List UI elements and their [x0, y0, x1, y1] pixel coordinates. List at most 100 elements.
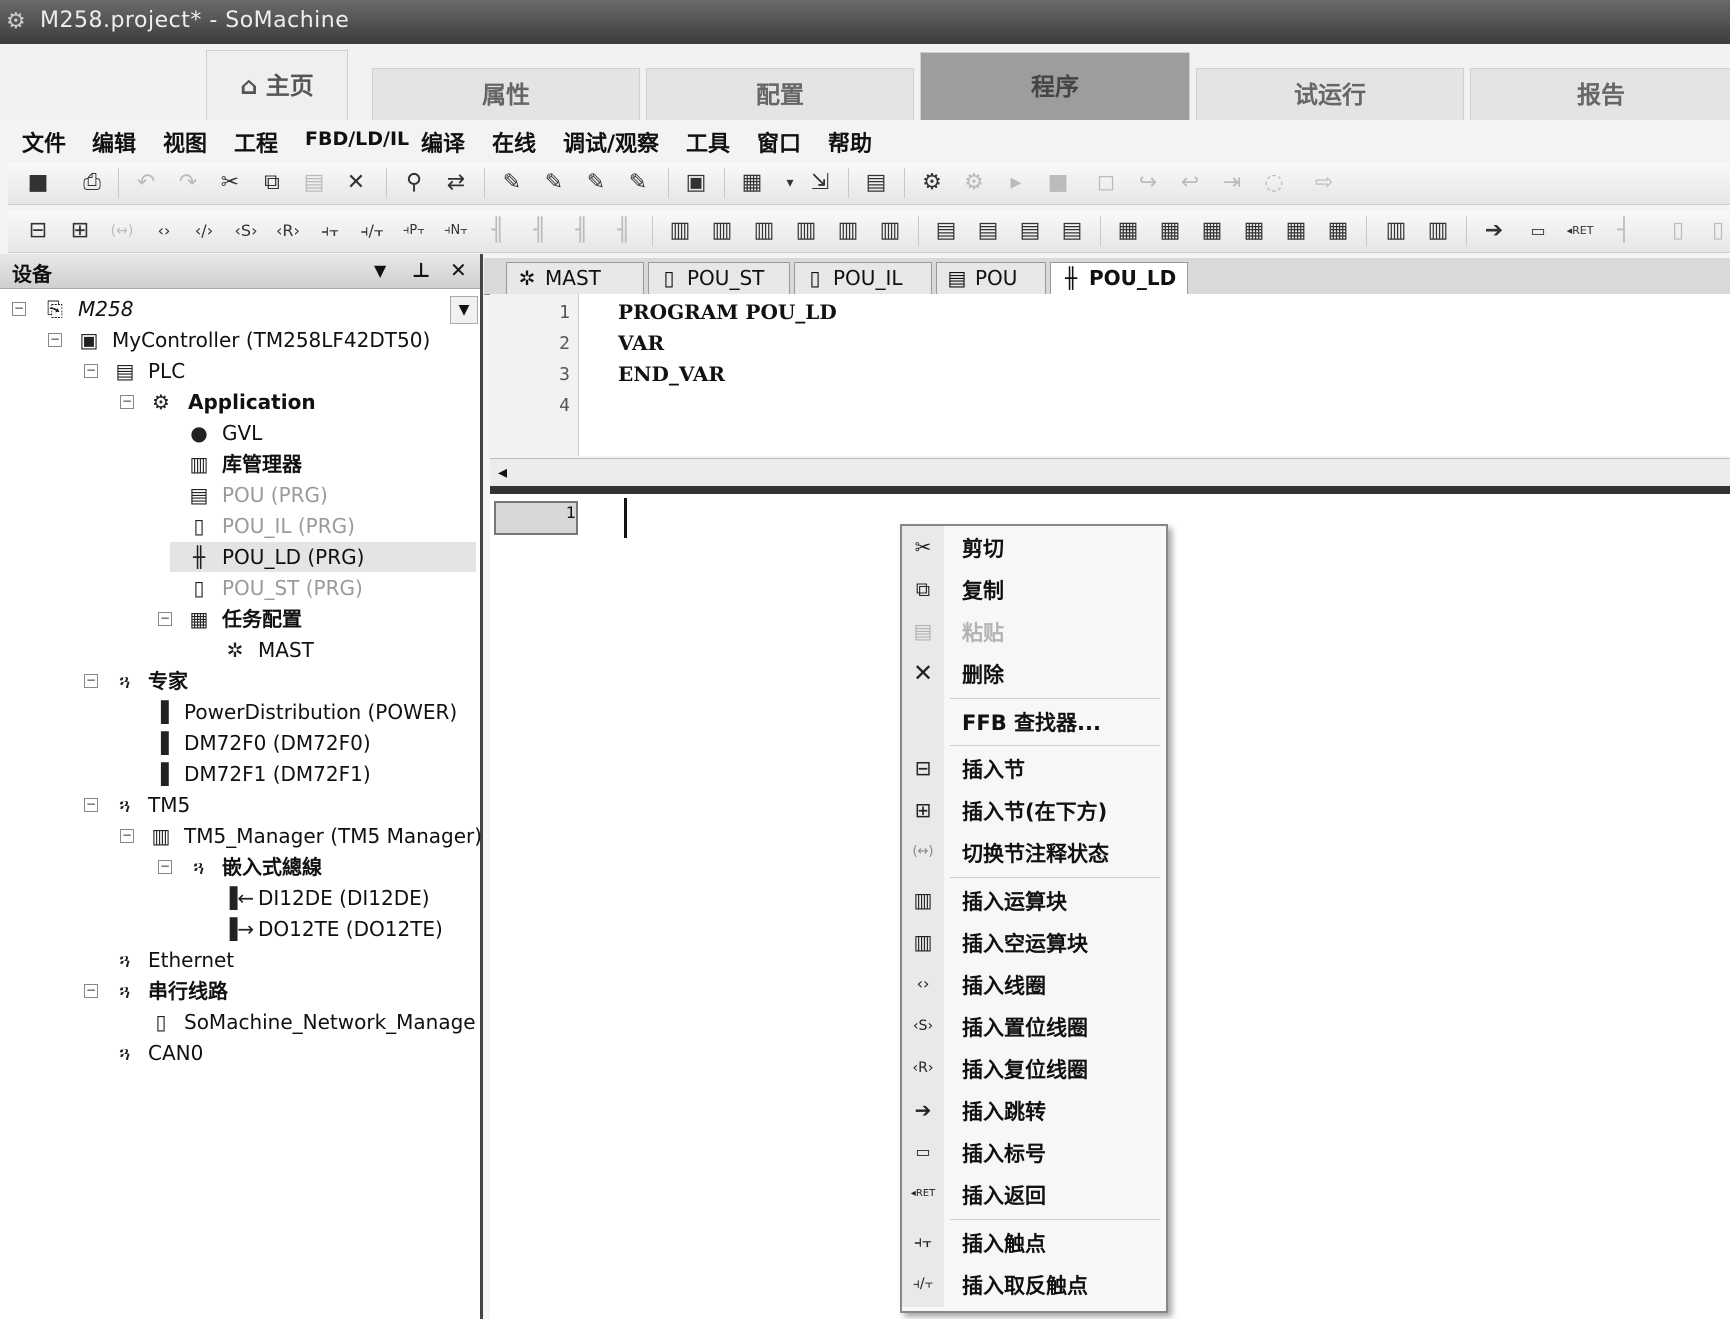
negated-contact-icon[interactable]: ⫞/⫟	[356, 215, 388, 247]
menu-item-delete[interactable]: ✕ 删除	[902, 653, 1162, 693]
tree-item-pou-st[interactable]: ▯ POU_ST (PRG)	[0, 573, 440, 603]
tree-item-expert[interactable]: − ጓ 专家	[0, 666, 440, 696]
insert-input-icon[interactable]: ▤	[930, 215, 962, 247]
code-line[interactable]: PROGRAM POU_LD	[618, 300, 837, 324]
tree-item-pou-ld[interactable]: ╫ POU_LD (PRG)	[170, 542, 476, 572]
tab-mast[interactable]: ✲ MAST	[506, 262, 644, 294]
menu-item-insert-coil[interactable]: ‹› 插入线圈	[902, 964, 1162, 1004]
reset-coil-icon[interactable]: ‹R›	[272, 215, 304, 247]
tab-properties[interactable]: 属性	[372, 68, 640, 121]
menu-item-toggle-comment[interactable]: (↔) 切换节注释状态	[902, 832, 1162, 872]
box-en-icon[interactable]: ▥	[706, 215, 738, 247]
parallel-contact-icon[interactable]: ╢	[482, 215, 514, 247]
tree-item-tm5-manager[interactable]: − ▥ TM5_Manager (TM5 Manager)	[0, 821, 482, 851]
menu-item-copy[interactable]: ⧉ 复制	[902, 569, 1162, 609]
menu-online[interactable]: 在线	[492, 126, 536, 158]
menu-item-paste[interactable]: ▤ 粘贴	[902, 611, 1162, 651]
branch-close-icon[interactable]: ▦	[1238, 215, 1270, 247]
calendar-icon[interactable]: ▤	[860, 167, 892, 199]
menu-edit[interactable]: 编辑	[92, 126, 136, 158]
toggle-comment-icon[interactable]: (↔)	[106, 215, 138, 247]
branch-start-icon[interactable]: ▦	[1112, 215, 1144, 247]
compile-icon[interactable]: ▣	[680, 167, 712, 199]
tree-item-dm72f1[interactable]: ▐ DM72F1 (DM72F1)	[0, 759, 440, 789]
step-out-icon[interactable]: ⇥	[1216, 167, 1248, 199]
horizontal-scrollbar[interactable]: ◂	[490, 458, 1730, 487]
tree-item-network-manager[interactable]: ▯ SoMachine_Network_Manager (S	[0, 1007, 476, 1037]
menu-item-insert-network-below[interactable]: ⊞ 插入节(在下方)	[902, 790, 1162, 830]
coil-icon[interactable]: ‹›	[148, 215, 180, 247]
insert-output-icon[interactable]: ▤	[972, 215, 1004, 247]
login-icon[interactable]: ⇲	[804, 167, 836, 199]
set-reset-icon[interactable]: ▥	[1380, 215, 1412, 247]
bookmark-next-icon[interactable]: ✎	[538, 167, 570, 199]
step-into-icon[interactable]: ↩	[1174, 167, 1206, 199]
menu-item-insert-set-coil[interactable]: ‹S› 插入置位线圈	[902, 1006, 1162, 1046]
menu-item-insert-network[interactable]: ⊟ 插入节	[902, 748, 1162, 788]
undo-icon[interactable]: ↶	[130, 167, 162, 199]
box-output-icon[interactable]: ▥	[832, 215, 864, 247]
menu-item-insert-label[interactable]: ▭ 插入标号	[902, 1132, 1162, 1172]
tree-item-gvl[interactable]: ● GVL	[0, 418, 440, 448]
tree-item-library-manager[interactable]: ▥ 库管理器	[0, 449, 440, 479]
tree-item-m258[interactable]: − ⎘ M258	[0, 294, 440, 324]
network-number[interactable]: 1	[494, 501, 578, 535]
branch-split-icon[interactable]: ▦	[1280, 215, 1312, 247]
menu-item-cut[interactable]: ✂ 剪切	[902, 527, 1162, 567]
negated-coil-icon[interactable]: ‹/›	[188, 215, 220, 247]
panel-dropdown-icon[interactable]: ▼	[374, 261, 386, 280]
tree-item-mycontroller[interactable]: − ▣ MyController (TM258LF42DT50)	[0, 325, 440, 355]
tab-program[interactable]: 程序	[920, 52, 1190, 121]
tree-item-plc[interactable]: − ▤ PLC	[0, 356, 440, 386]
branch-icon[interactable]: ┤	[1608, 215, 1640, 247]
tree-item-ethernet[interactable]: ጓ Ethernet	[0, 945, 440, 975]
bookmark-icon[interactable]: ✎	[496, 167, 528, 199]
label-icon[interactable]: ▭	[1522, 215, 1554, 247]
tree-item-di12de[interactable]: ▐← DI12DE (DI12DE)	[0, 883, 440, 913]
tree-item-do12te[interactable]: ▐→ DO12TE (DO12TE)	[0, 914, 443, 944]
tab-pou-st[interactable]: ▯ POU_ST	[648, 262, 790, 294]
box-input-icon[interactable]: ▥	[790, 215, 822, 247]
menu-window[interactable]: 窗口	[757, 126, 801, 158]
paste-icon[interactable]: ▤	[298, 167, 330, 199]
return-icon[interactable]: ◂RET	[1564, 215, 1596, 247]
branch-open-icon[interactable]: ▦	[1196, 215, 1228, 247]
tree-item-pou[interactable]: ▤ POU (PRG)	[0, 480, 440, 510]
cut-icon[interactable]: ✂	[214, 167, 246, 199]
jump-arrow-icon[interactable]: ➔	[1478, 215, 1510, 247]
tab-pou-ld[interactable]: ╫ POU_LD	[1050, 262, 1188, 296]
falling-edge-icon[interactable]: ⫞N⫟	[440, 215, 472, 247]
menu-fbd-ld-il[interactable]: FBD/LD/IL	[305, 128, 409, 150]
more-2-icon[interactable]: ▯	[1702, 215, 1730, 247]
menu-debug-watch[interactable]: 调试/观察	[563, 126, 659, 158]
tree-item-serial-line[interactable]: − ጓ 串行线路	[0, 976, 440, 1006]
tab-pou[interactable]: ▤ POU	[936, 262, 1046, 294]
stop-icon[interactable]: ■	[1042, 167, 1074, 199]
menu-view[interactable]: 视图	[163, 126, 207, 158]
more-icon[interactable]: ▯	[1662, 215, 1694, 247]
box-empty-icon[interactable]: ▥	[748, 215, 780, 247]
menu-item-ffb-finder[interactable]: FFB 查找器...	[902, 701, 1162, 741]
negate-icon[interactable]: ▤	[1014, 215, 1046, 247]
insert-network-below-icon[interactable]: ⊞	[64, 215, 96, 247]
tab-commissioning[interactable]: 试运行	[1196, 68, 1464, 121]
tab-pou-il[interactable]: ▯ POU_IL	[794, 262, 932, 294]
menu-help[interactable]: 帮助	[828, 126, 872, 158]
dropdown-arrow-icon[interactable]: ▾	[774, 167, 806, 199]
box-icon[interactable]: ▥	[664, 215, 696, 247]
tree-item-dm72f0[interactable]: ▐ DM72F0 (DM72F0)	[0, 728, 440, 758]
menu-tools[interactable]: 工具	[686, 126, 730, 158]
rising-edge-icon[interactable]: ⫞P⫟	[398, 215, 430, 247]
menu-item-insert-box[interactable]: ▥ 插入运算块	[902, 880, 1162, 920]
menu-build[interactable]: 编译	[421, 126, 465, 158]
tree-item-can0[interactable]: ጓ CAN0	[0, 1038, 440, 1068]
tree-item-task-config[interactable]: − ▦ 任务配置	[0, 604, 440, 634]
print-icon[interactable]: ⎙	[76, 167, 108, 199]
watch-icon[interactable]: ◌	[1258, 167, 1290, 199]
parallel-n-icon[interactable]: ╢	[608, 215, 640, 247]
parallel-negated-icon[interactable]: ╢	[524, 215, 556, 247]
tree-item-application[interactable]: − ⚙ Application	[0, 387, 440, 417]
tree-item-embedded-bus[interactable]: − ጓ 嵌入式總線	[0, 852, 440, 882]
settings-disabled-icon[interactable]: ⚙	[958, 167, 990, 199]
edge-detect-icon[interactable]: ▤	[1056, 215, 1088, 247]
